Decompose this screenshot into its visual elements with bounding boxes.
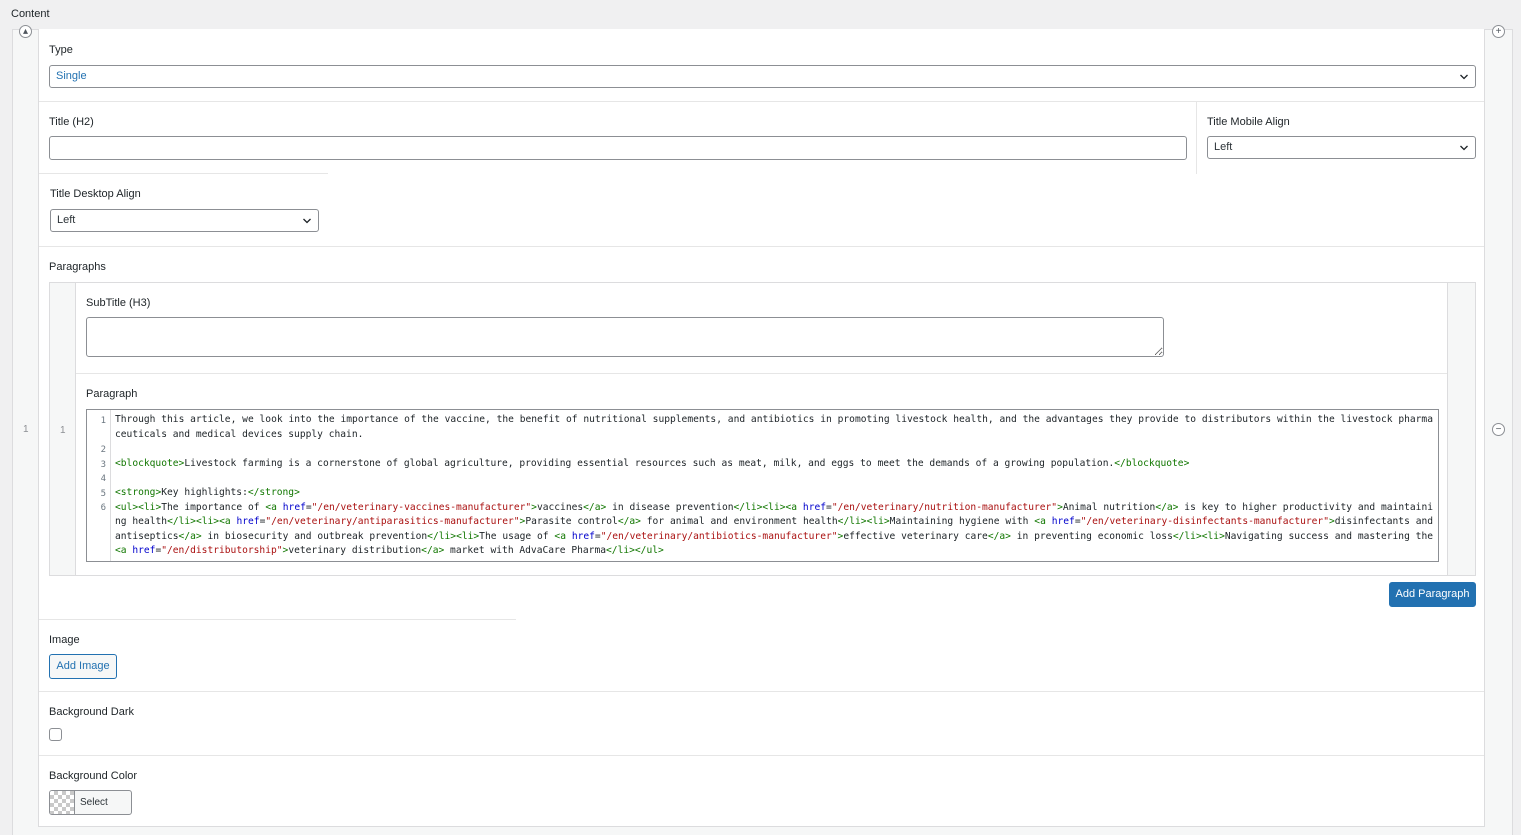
line-number: 4 (100, 474, 106, 484)
title-input[interactable] (49, 136, 1187, 160)
divider (39, 246, 1484, 247)
type-select[interactable]: Single (49, 65, 1476, 88)
code-line: <blockquote>Livestock farming is a corne… (115, 457, 1190, 469)
divider (39, 173, 328, 174)
title-desktop-align-label: Title Desktop Align (50, 188, 141, 200)
line-number: 5 (100, 489, 106, 499)
paragraph-code-editor[interactable]: 1 2 3 4 5 6 Through this article, we loo… (86, 409, 1439, 562)
title-mobile-align-value: Left (1214, 141, 1233, 153)
section-title: Content (11, 8, 50, 20)
divider (76, 373, 1447, 374)
select-color-button[interactable]: Select Color (49, 790, 132, 815)
line-number: 2 (100, 445, 106, 455)
select-color-label: Select Color (80, 797, 108, 808)
divider (39, 619, 516, 620)
chevron-down-icon (1460, 74, 1468, 80)
code-line: <ul><li>The importance of <a href="/en/v… (115, 501, 1434, 557)
add-row-icon[interactable]: + (1492, 25, 1505, 38)
collapse-row-icon[interactable]: ▴ (19, 25, 32, 38)
chevron-down-icon (1460, 145, 1468, 151)
title-desktop-align-select[interactable]: Left (50, 209, 319, 232)
background-color-label: Background Color (49, 770, 138, 782)
add-paragraph-button[interactable]: Add Paragraph (1389, 582, 1476, 607)
code-line: <strong>Key highlights:</strong> (115, 486, 300, 498)
paragraphs-label: Paragraphs (49, 261, 106, 273)
code-line: Through this article, we look into the i… (115, 414, 1433, 440)
divider (1196, 102, 1197, 174)
line-number: 3 (100, 460, 106, 470)
add-image-button[interactable]: Add Image (49, 654, 117, 679)
color-swatch (50, 791, 75, 814)
paragraph-row-number: 1 (60, 425, 66, 436)
line-number-gutter: 1 2 3 4 5 6 (87, 410, 111, 561)
title-mobile-align-select[interactable]: Left (1207, 136, 1476, 159)
divider (39, 691, 1484, 692)
divider (39, 101, 1484, 102)
type-label: Type (49, 44, 73, 56)
title-label: Title (H2) (49, 116, 94, 128)
image-label: Image (49, 634, 80, 646)
background-dark-checkbox[interactable] (49, 728, 62, 741)
line-number: 1 (100, 416, 106, 426)
chevron-down-icon (303, 218, 311, 224)
type-select-value: Single (56, 70, 87, 82)
title-desktop-align-value: Left (57, 214, 76, 226)
line-number: 6 (100, 503, 106, 513)
paragraph-label: Paragraph (86, 388, 138, 400)
subtitle-textarea[interactable] (86, 317, 1164, 357)
background-dark-label: Background Dark (49, 706, 134, 718)
row-number: 1 (23, 424, 29, 435)
paragraph-code-content[interactable]: Through this article, we look into the i… (115, 413, 1433, 559)
title-mobile-align-label: Title Mobile Align (1207, 116, 1290, 128)
remove-row-icon[interactable]: − (1492, 423, 1505, 436)
subtitle-label: SubTitle (H3) (86, 297, 151, 309)
divider (39, 755, 1484, 756)
